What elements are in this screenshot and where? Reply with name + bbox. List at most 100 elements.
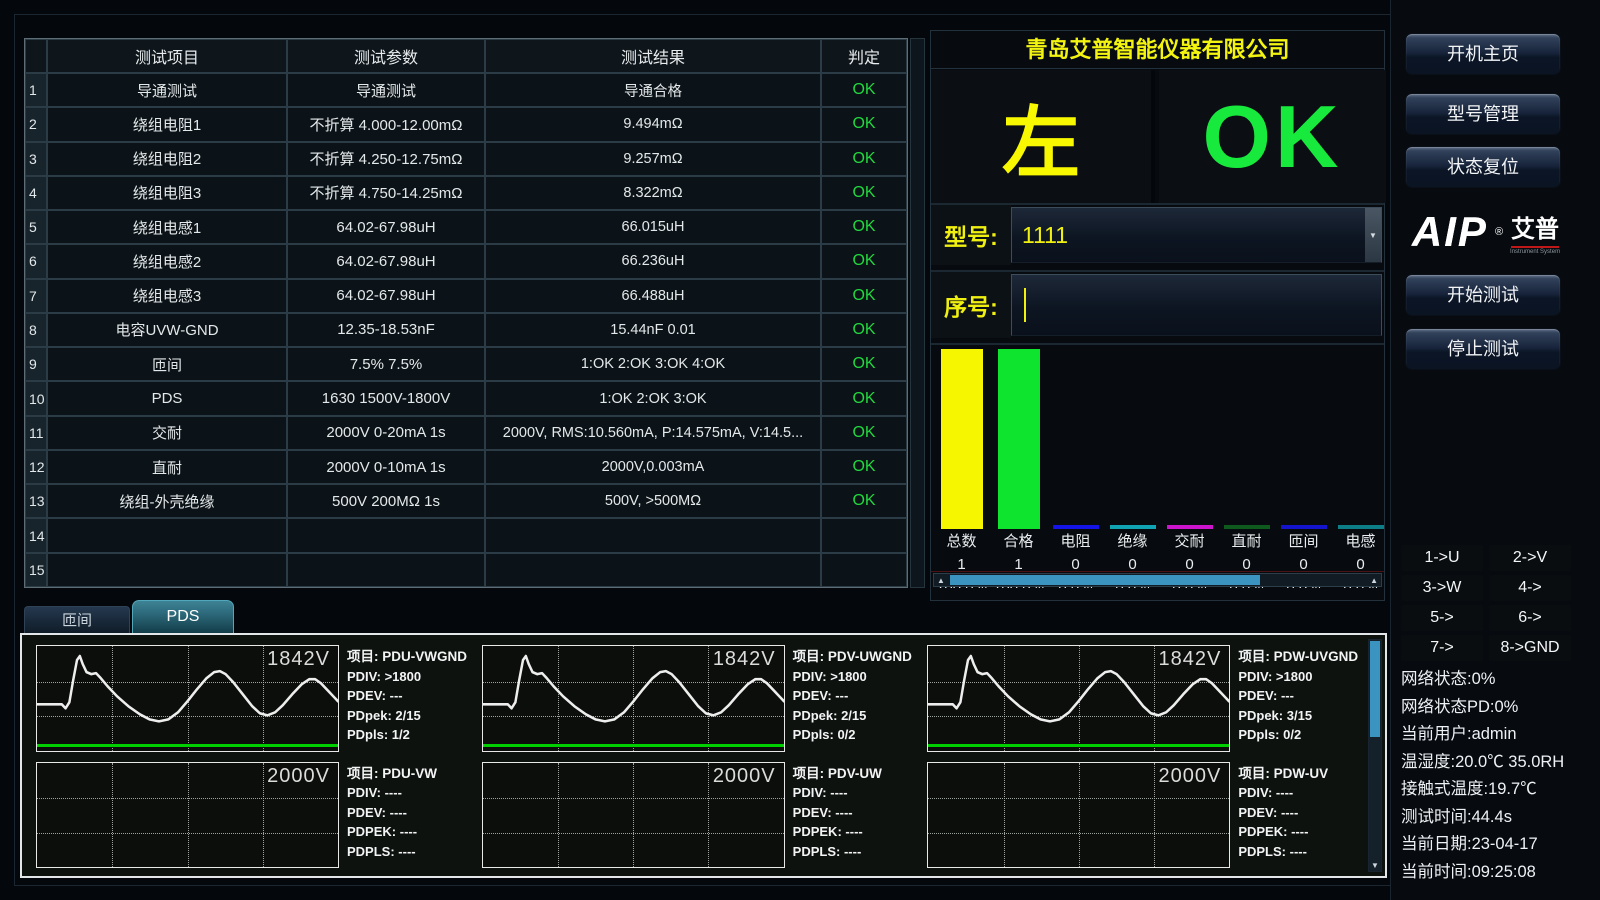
grid-line <box>1079 763 1080 868</box>
table-row[interactable]: 15 <box>25 553 907 587</box>
pdiv-value: ---- <box>385 785 402 800</box>
table-row[interactable]: 1 导通测试 导通测试 导通合格 OK <box>25 73 907 107</box>
test-item-cell: 绕组电阻1 <box>47 107 287 141</box>
stop-test-button[interactable]: 停止测试 <box>1405 328 1561 370</box>
judgement-cell: OK <box>821 244 907 278</box>
pdev-value: ---- <box>390 805 407 820</box>
chart-scroll-thumb[interactable] <box>950 575 1260 585</box>
table-row[interactable]: 6 绕组电感2 64.02-67.98uH 66.236uH OK <box>25 244 907 278</box>
row-number-cell: 12 <box>25 450 47 484</box>
test-param-cell: 不折算 4.750-14.25mΩ <box>287 176 485 210</box>
header-test-result: 测试结果 <box>485 39 821 73</box>
home-button[interactable]: 开机主页 <box>1405 33 1561 75</box>
grid-line <box>112 763 113 868</box>
table-row[interactable]: 2 绕组电阻1 不折算 4.000-12.00mΩ 9.494mΩ OK <box>25 107 907 141</box>
waveform-scroll-thumb[interactable] <box>1370 641 1380 737</box>
pdpls-key: PDPLS: <box>793 844 841 859</box>
serial-input[interactable] <box>1011 274 1382 336</box>
pdev-key: PDEV: <box>1238 688 1277 703</box>
state-reset-button[interactable]: 状态复位 <box>1405 146 1561 188</box>
status-line: 当前日期:23-04-17 <box>1401 831 1597 859</box>
test-result-cell: 1:OK 2:OK 3:OK <box>485 381 821 415</box>
model-management-button[interactable]: 型号管理 <box>1405 93 1561 135</box>
test-results-table: 测试项目 测试参数 测试结果 判定 1 导通测试 导通测试 导通合格 OK 2 … <box>24 38 908 588</box>
pdpls-value: ---- <box>844 844 861 859</box>
scope-panel: 2000V 项目: PDU-VW PDIV: ---- PDEV: ---- P… <box>36 762 470 869</box>
test-param-cell: 不折算 4.000-12.00mΩ <box>287 107 485 141</box>
channel-map-cell: 8->GND <box>1489 635 1571 661</box>
row-number-cell: 6 <box>25 244 47 278</box>
table-row[interactable]: 7 绕组电感3 64.02-67.98uH 66.488uH OK <box>25 279 907 313</box>
judgement-cell: OK <box>821 176 907 210</box>
tab-zhajian[interactable]: 匝间 <box>24 606 130 633</box>
scope-readout: 项目: PDV-UWGND PDIV: >1800 PDEV: --- PDpe… <box>785 645 916 752</box>
test-result-cell <box>485 518 821 552</box>
model-dropdown-arrow-icon[interactable]: ▼ <box>1365 208 1381 262</box>
chart-bar <box>1281 525 1327 529</box>
chart-column: 交耐00.0% <box>1161 349 1218 588</box>
scroll-left-arrow-icon[interactable]: ▲ <box>937 576 945 585</box>
pdpek-key: PDPEK: <box>793 824 842 839</box>
grid-line <box>633 763 634 868</box>
row-number-cell: 10 <box>25 381 47 415</box>
model-value: 1111 <box>1022 222 1068 249</box>
table-scrollbar[interactable] <box>910 38 925 588</box>
judgement-cell <box>821 518 907 552</box>
waveform-v-scrollbar[interactable]: ▼ <box>1368 639 1382 872</box>
start-test-button[interactable]: 开始测试 <box>1405 274 1561 316</box>
pd-waveform-panel: 1842V 项目: PDU-VWGND PDIV: >1800 PDEV: --… <box>20 633 1387 878</box>
table-row[interactable]: 11 交耐 2000V 0-20mA 1s 2000V, RMS:10.560m… <box>25 416 907 450</box>
pdpek-key: PDpek: <box>347 708 392 723</box>
model-combobox[interactable]: 1111 ▼ <box>1011 207 1382 263</box>
row-number-cell: 9 <box>25 347 47 381</box>
grid-line <box>708 763 709 868</box>
scope-panel: 1842V 项目: PDU-VWGND PDIV: >1800 PDEV: --… <box>36 645 470 752</box>
pdev-key: PDEV: <box>347 688 386 703</box>
scroll-down-arrow-icon[interactable]: ▼ <box>1369 861 1381 870</box>
test-result-cell: 66.015uH <box>485 210 821 244</box>
test-item-cell <box>47 553 287 587</box>
serial-label: 序号: <box>931 272 1011 338</box>
judgement-cell: OK <box>821 484 907 518</box>
pdpek-value: 2/15 <box>841 708 866 723</box>
table-row[interactable]: 8 电容UVW-GND 12.35-18.53nF 15.44nF 0.01 O… <box>25 313 907 347</box>
tab-pds[interactable]: PDS <box>132 600 234 633</box>
pdev-value: ---- <box>1281 805 1298 820</box>
table-row[interactable]: 4 绕组电阻3 不折算 4.750-14.25mΩ 8.322mΩ OK <box>25 176 907 210</box>
pdiv-key: PDIV: <box>793 669 827 684</box>
test-item-cell: 绕组-外壳绝缘 <box>47 484 287 518</box>
waveform-tabs: 匝间 PDS <box>24 600 234 633</box>
scroll-right-arrow-icon[interactable]: ▲ <box>1370 576 1378 585</box>
aip-logo-chinese: 艾普 <box>1511 209 1559 248</box>
test-item-cell: 绕组电感2 <box>47 244 287 278</box>
waveform-screen: 2000V <box>36 762 339 869</box>
chart-h-scrollbar[interactable]: ▲ ▲ <box>933 573 1382 587</box>
pdiv-key: PDIV: <box>793 785 827 800</box>
judgement-cell: OK <box>821 73 907 107</box>
chart-bar <box>1224 525 1270 529</box>
test-result-cell: 66.488uH <box>485 279 821 313</box>
test-result-cell: 15.44nF 0.01 <box>485 313 821 347</box>
table-row[interactable]: 5 绕组电感1 64.02-67.98uH 66.015uH OK <box>25 210 907 244</box>
table-row[interactable]: 13 绕组-外壳绝缘 500V 200MΩ 1s 500V, >500MΩ OK <box>25 484 907 518</box>
table-row[interactable]: 14 <box>25 518 907 552</box>
chart-column: 电感00.0% <box>1332 349 1384 588</box>
chart-category-label: 电阻 <box>1047 532 1104 552</box>
peak-voltage-label: 1842V <box>267 648 330 671</box>
table-row[interactable]: 10 PDS 1630 1500V-1800V 1:OK 2:OK 3:OK O… <box>25 381 907 415</box>
status-line: 网络状态PD:0% <box>1401 694 1597 722</box>
test-param-cell: 500V 200MΩ 1s <box>287 484 485 518</box>
chart-column: 电阻00.0% <box>1047 349 1104 588</box>
table-row[interactable]: 3 绕组电阻2 不折算 4.250-12.75mΩ 9.257mΩ OK <box>25 142 907 176</box>
table-row[interactable]: 9 匝间 7.5% 7.5% 1:OK 2:OK 3:OK 4:OK OK <box>25 347 907 381</box>
chart-bar <box>1053 525 1099 529</box>
chart-category-label: 绝缘 <box>1104 532 1161 552</box>
row-number-cell: 5 <box>25 210 47 244</box>
channel-map-cell: 1->U <box>1401 545 1483 571</box>
chart-bar <box>941 349 983 529</box>
peak-voltage-label: 1842V <box>1158 648 1221 671</box>
table-row[interactable]: 12 直耐 2000V 0-10mA 1s 2000V,0.003mA OK <box>25 450 907 484</box>
test-item-cell: 匝间 <box>47 347 287 381</box>
item-key: 项目: <box>793 649 825 664</box>
pdpls-value: ---- <box>398 844 415 859</box>
